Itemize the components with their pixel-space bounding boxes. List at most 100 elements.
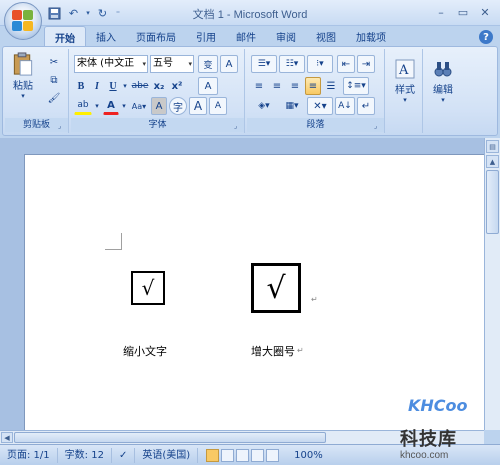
chinese-layout-button[interactable]: ✕▾ (307, 97, 333, 115)
font-size-select[interactable]: 五号 ▾ (150, 55, 194, 73)
chevron-down-icon: ▾ (441, 95, 445, 104)
dialog-launcher-icon[interactable]: ⌟ (58, 122, 66, 130)
change-case-button[interactable]: Aa▾ (129, 97, 149, 115)
copy-button[interactable]: ⧉ (45, 71, 63, 89)
enclosed-check-large[interactable]: √ (251, 263, 301, 313)
word-count[interactable]: 字数: 12 (58, 447, 112, 463)
outline-icon[interactable] (251, 448, 265, 462)
multilevel-list-button[interactable]: ⁝▾ (307, 55, 333, 73)
tab-home[interactable]: 开始 (44, 26, 86, 46)
enclose-char-button[interactable]: 字 (169, 97, 187, 115)
borders-button[interactable]: ▦▾ (279, 97, 305, 115)
show-marks-button[interactable]: ↵ (357, 97, 375, 115)
tab-insert[interactable]: 插入 (86, 26, 126, 46)
styles-button[interactable]: A 样式 ▾ (389, 53, 421, 109)
maximize-button[interactable]: ▭ (454, 4, 472, 20)
editing-label: 编辑 (433, 84, 453, 96)
scissors-icon: ✂ (49, 56, 59, 68)
font-color-button[interactable]: A (103, 97, 119, 115)
sort-button[interactable]: A↓ (335, 97, 355, 115)
minimize-button[interactable]: – (432, 4, 450, 20)
line-spacing-icon: ↕≡▾ (346, 81, 366, 91)
proofing-icon[interactable]: ✓ (112, 447, 136, 463)
document-page[interactable]: √ √ ↵ 缩小文字 增大圈号 ↵ (24, 154, 484, 430)
superscript-button[interactable]: x² (169, 77, 185, 95)
strikethrough-button[interactable]: abe (131, 77, 149, 95)
paragraph-mark: ↵ (311, 295, 318, 304)
pilcrow-icon: ↵ (361, 100, 371, 112)
editing-button[interactable]: 编辑 ▾ (427, 53, 459, 109)
paste-icon (13, 52, 33, 76)
bullet-list-icon: ☰▾ (257, 59, 271, 69)
tab-mailings[interactable]: 邮件 (226, 26, 266, 46)
align-center-button[interactable]: ≡ (269, 77, 285, 95)
zoom-level[interactable]: 100% (287, 448, 330, 463)
subscript-button[interactable]: x₂ (151, 77, 167, 95)
italic-button[interactable]: I (90, 77, 104, 95)
clear-formatting-button[interactable]: A (198, 77, 218, 95)
increase-indent-icon: ⇥ (361, 58, 371, 70)
highlight-button[interactable]: ab (74, 97, 92, 115)
chinese-layout-icon: ✕▾ (313, 100, 327, 112)
enclosed-check-small[interactable]: √ (131, 271, 165, 305)
phonetic-guide-button[interactable]: 变 (198, 55, 218, 73)
checkmark-symbol: √ (266, 270, 286, 306)
grow-font-button[interactable]: A (189, 97, 207, 115)
chevron-down-icon: ▾ (142, 60, 146, 68)
vertical-scroll-thumb[interactable] (486, 170, 499, 234)
title-bar: ↶ ▾ ↻ ⁼ 文档 1 - Microsoft Word – ▭ ✕ (0, 0, 500, 26)
help-icon[interactable]: ? (479, 30, 493, 44)
distributed-button[interactable]: ☰ (323, 77, 339, 95)
shading-button[interactable]: ◈▾ (251, 97, 277, 115)
align-right-button[interactable]: ≡ (287, 77, 303, 95)
paste-button[interactable]: 粘贴 ▾ (9, 51, 37, 101)
justify-button[interactable]: ≡ (305, 77, 321, 95)
caption-small: 缩小文字 (123, 345, 167, 358)
shrink-font-button[interactable]: A (209, 97, 227, 115)
decrease-indent-button[interactable]: ⇤ (337, 55, 355, 73)
language-status[interactable]: 英语(美国) (135, 447, 199, 463)
dialog-launcher-icon[interactable]: ⌟ (374, 122, 382, 130)
paste-label: 粘贴 (13, 81, 33, 92)
styles-group: A 样式 ▾ (387, 49, 423, 133)
line-spacing-button[interactable]: ↕≡▾ (343, 77, 369, 95)
draft-icon[interactable] (266, 448, 280, 462)
window-controls: – ▭ ✕ (428, 4, 494, 20)
svg-text:A: A (398, 63, 409, 78)
window-title: 文档 1 - Microsoft Word (192, 9, 308, 21)
editing-group: 编辑 ▾ (425, 49, 461, 133)
dialog-launcher-icon[interactable]: ⌟ (234, 122, 242, 130)
align-left-button[interactable]: ≡ (251, 77, 267, 95)
vertical-scrollbar[interactable]: ▤ ▲ (484, 138, 500, 430)
close-button[interactable]: ✕ (476, 4, 494, 20)
numbering-button[interactable]: ☷▾ (279, 55, 305, 73)
tab-page-layout[interactable]: 页面布局 (126, 26, 186, 46)
page-count[interactable]: 页面: 1/1 (0, 447, 58, 463)
format-painter-button[interactable]: 🖌 (45, 89, 63, 107)
char-border-button[interactable]: A (220, 55, 238, 73)
web-layout-icon[interactable] (236, 448, 250, 462)
increase-indent-button[interactable]: ⇥ (357, 55, 375, 73)
chevron-down-icon[interactable]: ▾ (93, 97, 101, 115)
font-name-select[interactable]: 宋体 (中文正文) ▾ (74, 55, 148, 73)
scroll-left-icon[interactable]: ◀ (1, 432, 13, 443)
tab-references[interactable]: 引用 (186, 26, 226, 46)
char-shading-button[interactable]: A (151, 97, 167, 115)
cut-button[interactable]: ✂ (45, 53, 63, 71)
horizontal-scroll-thumb[interactable] (14, 432, 326, 443)
chevron-down-icon[interactable]: ▾ (120, 97, 128, 115)
tab-view[interactable]: 视图 (306, 26, 346, 46)
print-layout-icon[interactable] (206, 448, 220, 462)
ribbon-tabs: 开始 插入 页面布局 引用 邮件 审阅 视图 加载项 (44, 26, 396, 46)
tab-addins[interactable]: 加载项 (346, 26, 396, 46)
office-button[interactable] (4, 2, 42, 40)
bullets-button[interactable]: ☰▾ (251, 55, 277, 73)
ruler-toggle-icon[interactable]: ▤ (486, 140, 499, 153)
chevron-down-icon[interactable]: ▾ (121, 77, 129, 95)
align-center-icon: ≡ (272, 80, 282, 92)
full-screen-reading-icon[interactable] (221, 448, 235, 462)
underline-button[interactable]: U (106, 77, 120, 95)
tab-review[interactable]: 审阅 (266, 26, 306, 46)
bold-button[interactable]: B (74, 77, 88, 95)
scroll-up-icon[interactable]: ▲ (486, 155, 499, 168)
